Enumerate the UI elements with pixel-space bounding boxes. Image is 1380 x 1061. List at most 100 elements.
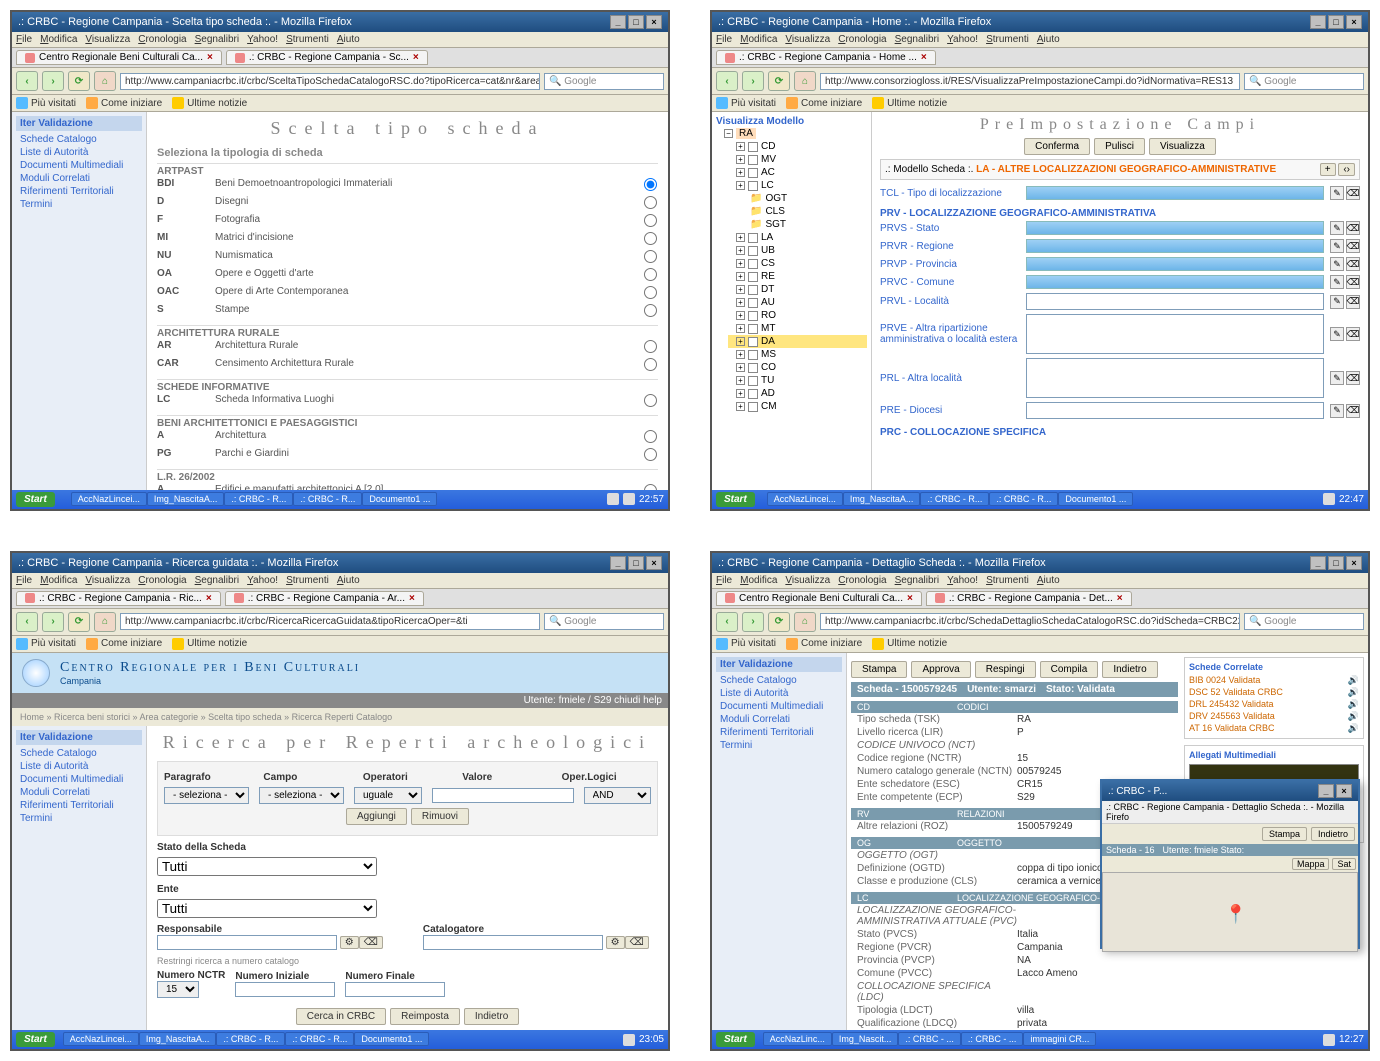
scheda-row[interactable]: SStampe bbox=[157, 303, 658, 321]
bookmark-item[interactable]: Ultime notizie bbox=[172, 638, 247, 650]
tree-node[interactable]: CM bbox=[761, 401, 777, 412]
clear-icon[interactable]: ⌫ bbox=[1346, 295, 1360, 309]
maximize-icon[interactable]: □ bbox=[1328, 556, 1344, 570]
text-area[interactable] bbox=[1026, 358, 1324, 398]
edit-icon[interactable]: ✎ bbox=[1330, 221, 1344, 235]
browser-tab[interactable]: .: CRBC - Regione Campania - Sc...× bbox=[226, 50, 428, 65]
expand-icon[interactable]: + bbox=[736, 181, 745, 190]
sidebar-item[interactable]: Riferimenti Territoriali bbox=[16, 185, 142, 198]
scheda-row[interactable]: ARArchitettura Rurale bbox=[157, 339, 658, 357]
tree-node[interactable]: AU bbox=[761, 297, 775, 308]
checkbox[interactable] bbox=[748, 350, 758, 360]
speaker-icon[interactable]: 🔊 bbox=[1348, 675, 1359, 686]
nav-icon[interactable]: ‹› bbox=[1338, 163, 1355, 176]
close-icon[interactable]: × bbox=[646, 556, 662, 570]
collapse-icon[interactable]: − bbox=[724, 129, 733, 138]
close-icon[interactable]: × bbox=[1346, 15, 1362, 29]
float-window[interactable]: .: CRBC - P..._× .: CRBC - Regione Campa… bbox=[1100, 779, 1360, 949]
sidebar-item[interactable]: Liste di Autorità bbox=[16, 760, 142, 773]
titlebar[interactable]: .: CRBC - Regione Campania - Ricerca gui… bbox=[12, 553, 668, 573]
edit-icon[interactable]: ✎ bbox=[1330, 239, 1344, 253]
sidebar-item[interactable]: Schede Catalogo bbox=[716, 674, 842, 687]
search-input[interactable]: 🔍 Google bbox=[544, 73, 664, 90]
menu-item[interactable]: Yahoo! bbox=[947, 34, 978, 45]
reload-button[interactable]: ⟳ bbox=[68, 612, 90, 632]
browser-tab[interactable]: Centro Regionale Beni Culturali Ca...× bbox=[716, 591, 922, 606]
tree-node[interactable]: AD bbox=[761, 388, 775, 399]
close-tab-icon[interactable]: × bbox=[409, 593, 415, 604]
minimize-icon[interactable]: _ bbox=[610, 556, 626, 570]
bookmark-item[interactable]: Come iniziare bbox=[86, 638, 162, 650]
criteria-select[interactable]: - seleziona - bbox=[259, 787, 344, 804]
action-button[interactable]: Respingi bbox=[975, 661, 1036, 678]
search-input[interactable]: 🔍 Google bbox=[1244, 73, 1364, 90]
scheda-row[interactable]: AArchitettura bbox=[157, 429, 658, 447]
minimize-icon[interactable]: _ bbox=[1318, 784, 1334, 798]
forward-button[interactable]: › bbox=[42, 71, 64, 91]
minimap[interactable]: 📍 bbox=[1102, 872, 1358, 952]
scheda-radio[interactable] bbox=[644, 250, 657, 263]
url-input[interactable]: http://www.campaniacrbc.it/crbc/SchedaDe… bbox=[820, 613, 1240, 630]
taskbar-button[interactable]: Img_NascitaA... bbox=[147, 492, 225, 506]
tree-node[interactable]: RE bbox=[761, 271, 775, 282]
criteria-select[interactable]: AND bbox=[584, 787, 652, 804]
checkbox[interactable] bbox=[748, 272, 758, 282]
taskbar-button[interactable]: AccNazLincei... bbox=[63, 1032, 139, 1046]
tree-node[interactable]: TU bbox=[761, 375, 774, 386]
taskbar-button[interactable]: Img_NascitaA... bbox=[843, 492, 921, 506]
start-button[interactable]: Start bbox=[16, 492, 55, 507]
menu-item[interactable]: Segnalibri bbox=[895, 575, 939, 586]
clear-icon[interactable]: ⌫ bbox=[1346, 404, 1360, 418]
tree-node[interactable]: CLS bbox=[765, 206, 784, 217]
back-button[interactable]: ‹ bbox=[716, 71, 738, 91]
criteria-select[interactable]: uguale bbox=[354, 787, 422, 804]
menu-item[interactable]: Cronologia bbox=[138, 575, 186, 586]
forward-button[interactable]: › bbox=[42, 612, 64, 632]
scheda-row[interactable]: OAOpere e Oggetti d'arte bbox=[157, 267, 658, 285]
tree-node[interactable]: LC bbox=[761, 180, 774, 191]
menu-item[interactable]: Aiuto bbox=[1037, 575, 1060, 586]
close-tab-icon[interactable]: × bbox=[413, 52, 419, 63]
scheda-row[interactable]: MIMatrici d'incisione bbox=[157, 231, 658, 249]
action-button[interactable]: Reimposta bbox=[390, 1008, 460, 1025]
expand-icon[interactable]: + bbox=[736, 363, 745, 372]
sidebar-item[interactable]: Schede Catalogo bbox=[16, 747, 142, 760]
checkbox[interactable] bbox=[748, 285, 758, 295]
action-button[interactable]: Stampa bbox=[1262, 827, 1307, 841]
browser-tab[interactable]: .: CRBC - Regione Campania - Ric...× bbox=[16, 591, 221, 606]
scheda-radio[interactable] bbox=[644, 232, 657, 245]
tree-node[interactable]: MV bbox=[761, 154, 776, 165]
tree-node[interactable]: AC bbox=[761, 167, 775, 178]
menu-item[interactable]: Strumenti bbox=[986, 34, 1029, 45]
value-bar[interactable] bbox=[1026, 239, 1324, 253]
taskbar-button[interactable]: immagini CR... bbox=[1023, 1032, 1096, 1046]
scheda-radio[interactable] bbox=[644, 286, 657, 299]
taskbar-button[interactable]: .: CRBC - R... bbox=[216, 1032, 285, 1046]
menu-item[interactable]: Segnalibri bbox=[195, 575, 239, 586]
scheda-radio[interactable] bbox=[644, 430, 657, 443]
tree-node[interactable]: UB bbox=[761, 245, 775, 256]
checkbox[interactable] bbox=[748, 311, 758, 321]
taskbar-button[interactable]: AccNazLinc... bbox=[763, 1032, 832, 1046]
action-button[interactable]: Indietro bbox=[464, 1008, 519, 1025]
sidebar-item[interactable]: Moduli Correlati bbox=[16, 786, 142, 799]
taskbar-button[interactable]: .: CRBC - R... bbox=[989, 492, 1058, 506]
expand-icon[interactable]: + bbox=[736, 324, 745, 333]
scheda-radio[interactable] bbox=[644, 214, 657, 227]
taskbar-button[interactable]: Documento1 ... bbox=[1058, 492, 1133, 506]
expand-icon[interactable]: + bbox=[736, 337, 745, 346]
menu-item[interactable]: File bbox=[716, 34, 732, 45]
scheda-radio[interactable] bbox=[644, 340, 657, 353]
bookmark-item[interactable]: Più visitati bbox=[16, 638, 76, 650]
bookmark-item[interactable]: Come iniziare bbox=[786, 97, 862, 109]
checkbox[interactable] bbox=[748, 155, 758, 165]
menu-item[interactable]: Visualizza bbox=[785, 34, 830, 45]
scheda-row[interactable]: OACOpere di Arte Contemporanea bbox=[157, 285, 658, 303]
speaker-icon[interactable]: 🔊 bbox=[1348, 711, 1359, 722]
maximize-icon[interactable]: □ bbox=[628, 556, 644, 570]
search-input[interactable]: 🔍 Google bbox=[544, 613, 664, 630]
taskbar-button[interactable]: AccNazLincei... bbox=[71, 492, 147, 506]
expand-icon[interactable]: + bbox=[736, 233, 745, 242]
checkbox[interactable] bbox=[748, 337, 758, 347]
home-button[interactable]: ⌂ bbox=[94, 612, 116, 632]
